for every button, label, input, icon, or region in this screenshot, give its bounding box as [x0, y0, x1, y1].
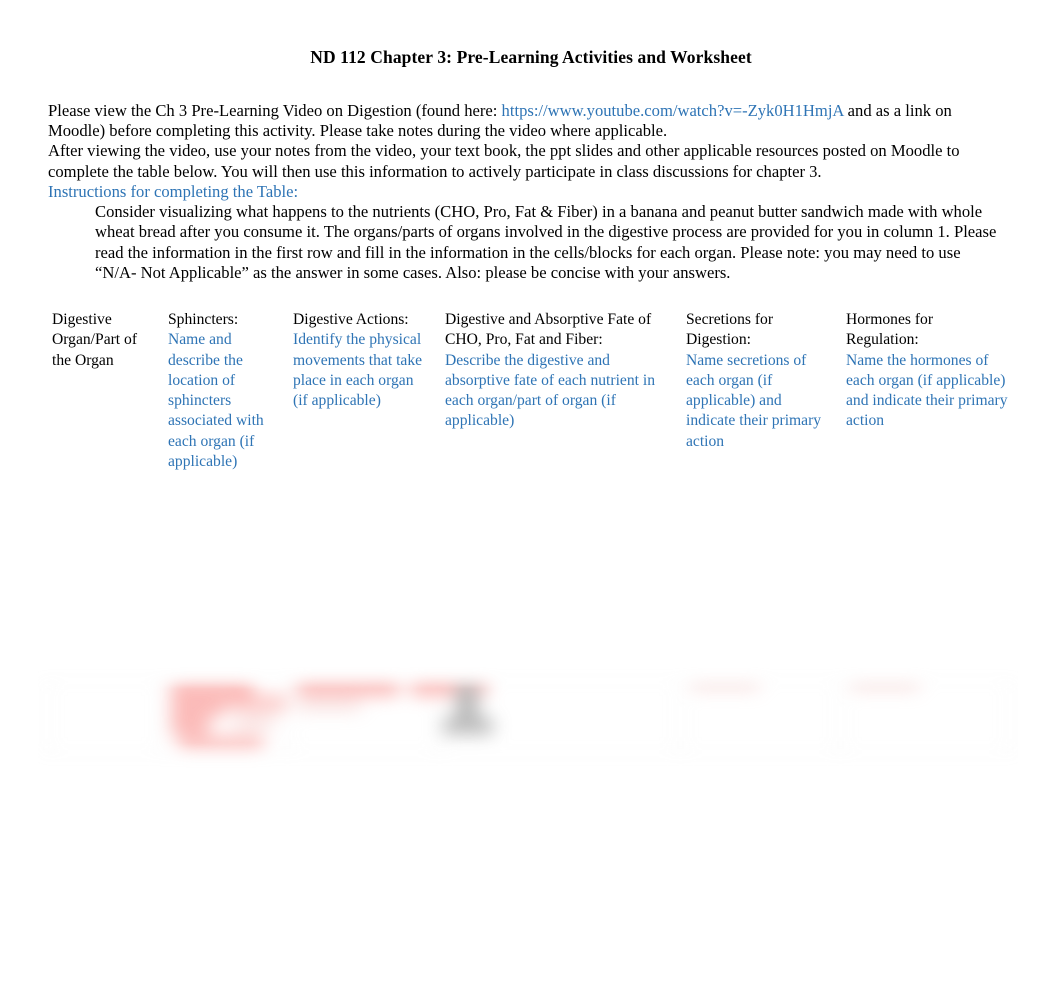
column-1-heading: Digestive Organ/Part of the Organ [52, 311, 138, 369]
column-2-instruction: Name and describe the location of sphinc… [168, 331, 264, 471]
column-3-heading: Digestive Actions: [293, 311, 409, 328]
instructions-body: Consider visualizing what happens to the… [95, 202, 997, 283]
worksheet-table: Digestive Organ/Part of the Organ Sphinc… [45, 310, 1017, 472]
youtube-video-link[interactable]: https://www.youtube.com/watch?v=-Zyk0H1H… [502, 101, 844, 120]
table-header-cell-sphincters: Sphincters: Name and describe the locati… [161, 310, 286, 472]
intro-paragraph-1: Please view the Ch 3 Pre-Learning Video … [48, 101, 1000, 141]
blurred-content-inner [38, 666, 1018, 770]
document-page: ND 112 Chapter 3: Pre-Learning Activitie… [0, 0, 1062, 1006]
column-5-heading: Secretions for Digestion: [686, 311, 774, 349]
column-6-heading: Hormones for Regulation: [846, 311, 934, 349]
intro-text-block: Please view the Ch 3 Pre-Learning Video … [48, 101, 1000, 284]
page-title: ND 112 Chapter 3: Pre-Learning Activitie… [310, 47, 752, 67]
blurred-table-content-band [38, 666, 1018, 770]
table-header-cell-fate: Digestive and Absorptive Fate of CHO, Pr… [438, 310, 679, 432]
column-2-heading: Sphincters: [168, 311, 239, 328]
column-6-instruction: Name the hormones of each organ (if appl… [846, 351, 1008, 430]
instructions-heading: Instructions for completing the Table: [48, 181, 299, 201]
table-header-cell-digestive-actions: Digestive Actions: Identify the physical… [286, 310, 438, 411]
table-header-row: Digestive Organ/Part of the Organ Sphinc… [45, 310, 1017, 472]
intro-paragraph-2: After viewing the video, use your notes … [48, 141, 960, 181]
column-4-heading: Digestive and Absorptive Fate of CHO, Pr… [445, 311, 652, 349]
table-header-cell-organ: Digestive Organ/Part of the Organ [45, 310, 161, 371]
column-4-instruction: Describe the digestive and absorptive fa… [445, 351, 655, 430]
intro-paragraph-1-before-link: Please view the Ch 3 Pre-Learning Video … [48, 101, 502, 120]
table-header-cell-secretions: Secretions for Digestion: Name secretion… [679, 310, 839, 452]
column-3-instruction: Identify the physical movements that tak… [293, 331, 423, 410]
table-header-cell-hormones: Hormones for Regulation: Name the hormon… [839, 310, 1017, 432]
column-5-instruction: Name secretions of each organ (if applic… [686, 351, 822, 450]
